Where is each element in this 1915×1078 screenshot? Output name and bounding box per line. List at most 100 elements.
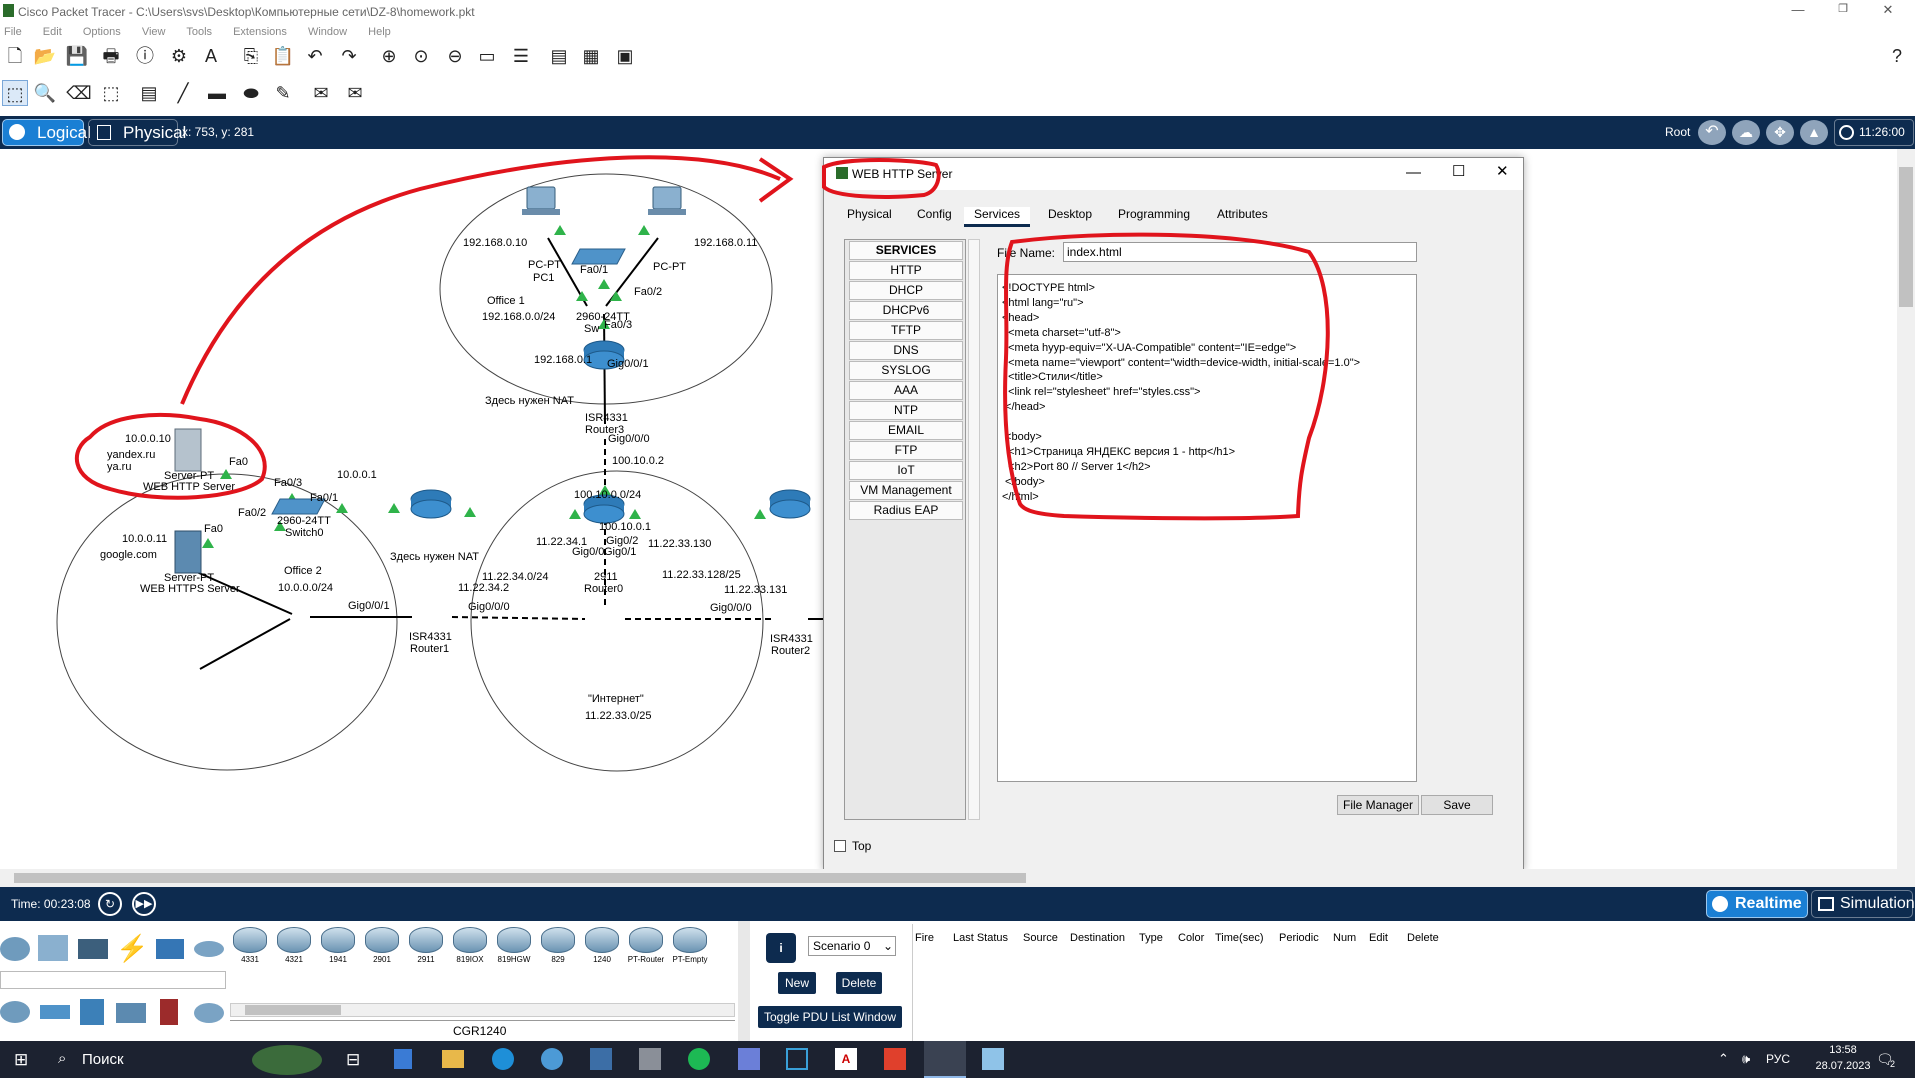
menu-view[interactable]: View	[142, 26, 166, 38]
save-button[interactable]: Save	[1421, 795, 1493, 815]
service-dns[interactable]: DNS	[849, 341, 963, 360]
rectangle-icon[interactable]: ▬	[204, 80, 230, 106]
switches-icon[interactable]	[40, 1005, 70, 1019]
draw-line-icon[interactable]: ╱	[170, 80, 196, 106]
zoom-out-icon[interactable]: ⊖	[442, 43, 468, 69]
service-radius-eap[interactable]: Radius EAP	[849, 501, 963, 520]
service-http[interactable]: HTTP	[849, 261, 963, 280]
taskbar-search-label[interactable]: Поиск	[82, 1051, 124, 1068]
app-icon[interactable]	[738, 1048, 760, 1070]
server-icon[interactable]: ▦	[578, 43, 604, 69]
reset-time-icon[interactable]: ↻	[98, 892, 122, 916]
service-syslog[interactable]: SYSLOG	[849, 361, 963, 380]
app-icon[interactable]	[884, 1048, 906, 1070]
windows-start-icon[interactable]: ⊞	[14, 1050, 28, 1070]
open-folder-icon[interactable]: 📂	[32, 43, 58, 69]
menu-help[interactable]: Help	[368, 26, 391, 38]
menu-file[interactable]: File	[4, 26, 22, 38]
connections-icon[interactable]: ⚡	[116, 933, 148, 964]
redo-icon[interactable]: ↷	[336, 43, 362, 69]
workspace-vertical-scrollbar[interactable]	[1897, 149, 1915, 869]
file-explorer-icon[interactable]	[442, 1050, 464, 1068]
complex-pdu-icon[interactable]: ✉	[342, 80, 368, 106]
router-model-829[interactable]: 829	[538, 925, 578, 969]
network-devices-icon[interactable]	[0, 937, 30, 961]
tab-services[interactable]: Services	[964, 207, 1031, 227]
end-devices-icon[interactable]	[38, 935, 68, 961]
router-model-1240[interactable]: 1240	[582, 925, 622, 969]
router-model-4331[interactable]: 4331	[230, 925, 270, 969]
service-vm-management[interactable]: VM Management	[849, 481, 963, 500]
tab-config[interactable]: Config	[917, 207, 952, 221]
task-view-icon[interactable]: ⊟	[346, 1050, 360, 1070]
dialog-minimize-button[interactable]: —	[1406, 164, 1421, 181]
network-wizard-icon[interactable]: ⚙	[166, 43, 192, 69]
dialog-maximize-button[interactable]: ☐	[1452, 162, 1465, 180]
components-icon[interactable]	[78, 939, 108, 959]
scenario-select[interactable]: Scenario 0 ⌄	[808, 936, 896, 956]
service-iot[interactable]: IoT	[849, 461, 963, 480]
undo-icon[interactable]: ↶	[302, 43, 328, 69]
logical-tab[interactable]: Logical	[2, 119, 91, 146]
service-aaa[interactable]: AAA	[849, 381, 963, 400]
tab-physical[interactable]: Physical	[847, 207, 892, 221]
minimize-button[interactable]: —	[1778, 2, 1818, 17]
top-checkbox[interactable]	[834, 840, 846, 852]
info-icon[interactable]: i	[766, 933, 796, 963]
taskbar-date[interactable]: 28.07.2023	[1812, 1060, 1874, 1072]
new-file-icon[interactable]: 🗋	[2, 43, 28, 69]
wan-emulation-icon[interactable]	[194, 1003, 224, 1023]
router-model-819iox[interactable]: 819IOX	[450, 925, 490, 969]
resize-icon[interactable]: ⬚	[98, 80, 124, 106]
router-model-pt-empty[interactable]: PT-Empty	[670, 925, 710, 969]
acrobat-icon[interactable]: A	[835, 1048, 857, 1070]
router-model-1941[interactable]: 1941	[318, 925, 358, 969]
back-icon[interactable]: ↶	[1698, 120, 1726, 145]
horizontal-scroll-thumb[interactable]	[14, 873, 1026, 883]
help-icon[interactable]: ?	[1884, 43, 1910, 69]
realtime-button[interactable]: Realtime	[1706, 890, 1808, 918]
virtualbox-icon[interactable]	[541, 1048, 563, 1070]
app-icon[interactable]	[786, 1048, 808, 1070]
document-icon[interactable]: ▤	[546, 43, 572, 69]
custom-device-icon[interactable]: ☰	[508, 43, 534, 69]
router-model-2901[interactable]: 2901	[362, 925, 402, 969]
hubs-icon[interactable]	[80, 999, 104, 1025]
activity-wizard-icon[interactable]: A	[198, 43, 224, 69]
routers-icon[interactable]	[0, 1001, 30, 1023]
service-dhcp[interactable]: DHCP	[849, 281, 963, 300]
service-dhcpv6[interactable]: DHCPv6	[849, 301, 963, 320]
wireless-icon[interactable]	[116, 1003, 146, 1023]
freeform-icon[interactable]: ✎	[270, 80, 296, 106]
misc-icon[interactable]	[156, 939, 184, 959]
app-icon[interactable]	[982, 1048, 1004, 1070]
phone-app-icon[interactable]	[688, 1048, 710, 1070]
panel-splitter[interactable]	[738, 921, 750, 1041]
menu-tools[interactable]: Tools	[186, 26, 212, 38]
app-icon[interactable]	[590, 1048, 612, 1070]
taskbar-time[interactable]: 13:58	[1814, 1044, 1872, 1056]
print-icon[interactable]: 🖶	[98, 43, 124, 69]
zoom-reset-icon[interactable]: ⊙	[408, 43, 434, 69]
service-email[interactable]: EMAIL	[849, 421, 963, 440]
calculator-icon[interactable]	[394, 1049, 412, 1069]
security-icon[interactable]	[160, 999, 178, 1025]
menu-extensions[interactable]: Extensions	[233, 26, 287, 38]
router-model-819hgw[interactable]: 819HGW	[494, 925, 534, 969]
move-icon[interactable]: ✥	[1766, 120, 1794, 145]
delete-scenario-button[interactable]: Delete	[836, 972, 882, 994]
drawing-palette-icon[interactable]: ▭	[474, 43, 500, 69]
fast-forward-icon[interactable]: ▶▶	[132, 892, 156, 916]
physical-tab[interactable]: Physical	[88, 119, 186, 146]
close-button[interactable]: ✕	[1868, 2, 1908, 18]
inspect-icon[interactable]: 🔍	[32, 80, 58, 106]
vertical-scroll-thumb[interactable]	[1899, 167, 1913, 307]
volume-icon[interactable]: 🕪	[1742, 1051, 1750, 1067]
ellipse-icon[interactable]: ⬬	[238, 80, 264, 106]
zoom-in-icon[interactable]: ⊕	[376, 43, 402, 69]
language-indicator[interactable]: РУС	[1766, 1052, 1790, 1066]
tab-attributes[interactable]: Attributes	[1217, 207, 1268, 221]
app-icon[interactable]	[639, 1048, 661, 1070]
menu-window[interactable]: Window	[308, 26, 347, 38]
restore-button[interactable]: ❐	[1823, 2, 1863, 15]
